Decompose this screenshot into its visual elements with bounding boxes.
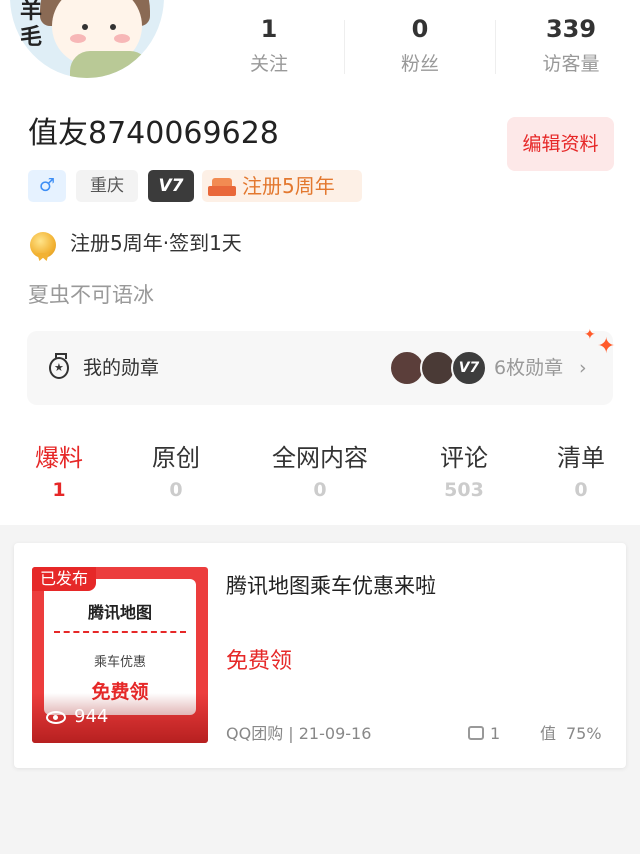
stat-label: 访客量 — [542, 53, 600, 75]
anniversary-tag[interactable]: 注册5周年 — [202, 170, 362, 202]
view-count: 944 — [74, 706, 109, 727]
avatar-eye — [110, 24, 116, 30]
sparkle-icon: ✦ — [584, 327, 596, 343]
post-price: 免费领 — [226, 649, 293, 674]
comment-icon — [468, 726, 484, 740]
medal-icon — [30, 232, 56, 258]
comment-count: 1 — [490, 724, 501, 743]
tab-label: 评论 — [440, 444, 488, 472]
tab-all-content[interactable]: 全网内容 0 — [255, 440, 385, 502]
post-title[interactable]: 腾讯地图乘车优惠来啦 — [226, 571, 436, 601]
level-tag[interactable]: V7 — [148, 170, 194, 202]
tab-count: 0 — [574, 479, 588, 501]
avatar-blush — [114, 34, 130, 43]
coupon-divider — [54, 631, 186, 633]
cake-icon — [208, 178, 236, 196]
stat-value: 339 — [545, 15, 597, 43]
stat-value: 1 — [260, 15, 278, 43]
stat-visitors[interactable]: 339 访客量 — [496, 14, 640, 76]
username: 值友8740069628 — [28, 116, 279, 151]
post-meta: QQ团购 | 21-09-16 — [226, 724, 372, 743]
eye-icon — [46, 711, 66, 724]
badge-level-icon: V7 — [451, 350, 487, 386]
avatar-shirt — [70, 51, 150, 78]
tab-count: 0 — [169, 479, 183, 501]
stat-label: 粉丝 — [400, 53, 439, 75]
tab-lists[interactable]: 清单 0 — [516, 440, 640, 502]
tab-label: 爆料 — [35, 444, 83, 472]
stat-followers[interactable]: 0 粉丝 — [345, 14, 495, 76]
tab-label: 原创 — [152, 444, 200, 472]
chevron-right-icon: › — [579, 357, 587, 379]
stat-following[interactable]: 1 关注 — [194, 14, 344, 76]
tab-label: 全网内容 — [272, 444, 368, 472]
coupon-subtitle: 乘车优惠 — [93, 655, 146, 670]
stat-label: 关注 — [249, 53, 288, 75]
coupon-title: 腾讯地图 — [87, 603, 152, 622]
bio: 夏虫不可语冰 — [28, 283, 154, 307]
worth-icon: 值 — [540, 724, 557, 743]
tab-count: 0 — [313, 479, 327, 501]
tab-comments[interactable]: 评论 503 — [399, 440, 529, 502]
edit-profile-button[interactable]: 编辑资料 — [507, 117, 614, 171]
post-card[interactable]: 已发布 腾讯地图 乘车优惠 免费领 944 腾讯地图乘车优惠来啦 免费领 QQ团… — [14, 543, 626, 768]
status-badge: 已发布 — [32, 567, 97, 591]
badge-label: 我的勋章 — [83, 357, 160, 379]
worth-percentage: 75% — [566, 724, 602, 743]
avatar-text: 羊毛 — [19, 0, 42, 50]
anniversary-label: 注册5周年 — [242, 174, 335, 198]
tab-count: 1 — [52, 479, 66, 501]
city-tag: 重庆 — [76, 170, 138, 202]
badge-count: 6枚勋章 — [494, 357, 564, 379]
stat-value: 0 — [411, 15, 429, 43]
badge-bar[interactable]: 我的勋章 V7 6枚勋章 › — [27, 331, 613, 405]
tab-count: 503 — [444, 479, 484, 501]
avatar-eye — [82, 24, 88, 30]
tab-original[interactable]: 原创 0 — [111, 440, 241, 502]
medal-outline-icon — [49, 353, 69, 379]
sparkle-icon: ✦ — [597, 334, 616, 359]
avatar-blush — [70, 34, 86, 43]
post-thumbnail[interactable]: 已发布 腾讯地图 乘车优惠 免费领 944 — [32, 567, 208, 743]
gender-tag: ♂ — [28, 170, 66, 202]
tab-baoliao[interactable]: 爆料 1 — [0, 440, 124, 502]
signin-status: 注册5周年·签到1天 — [70, 231, 242, 255]
profile-header: 羊毛 1 关注 0 粉丝 339 访客量 值友8740069628 编辑资料 ♂… — [0, 0, 640, 525]
tab-label: 清单 — [557, 444, 605, 472]
